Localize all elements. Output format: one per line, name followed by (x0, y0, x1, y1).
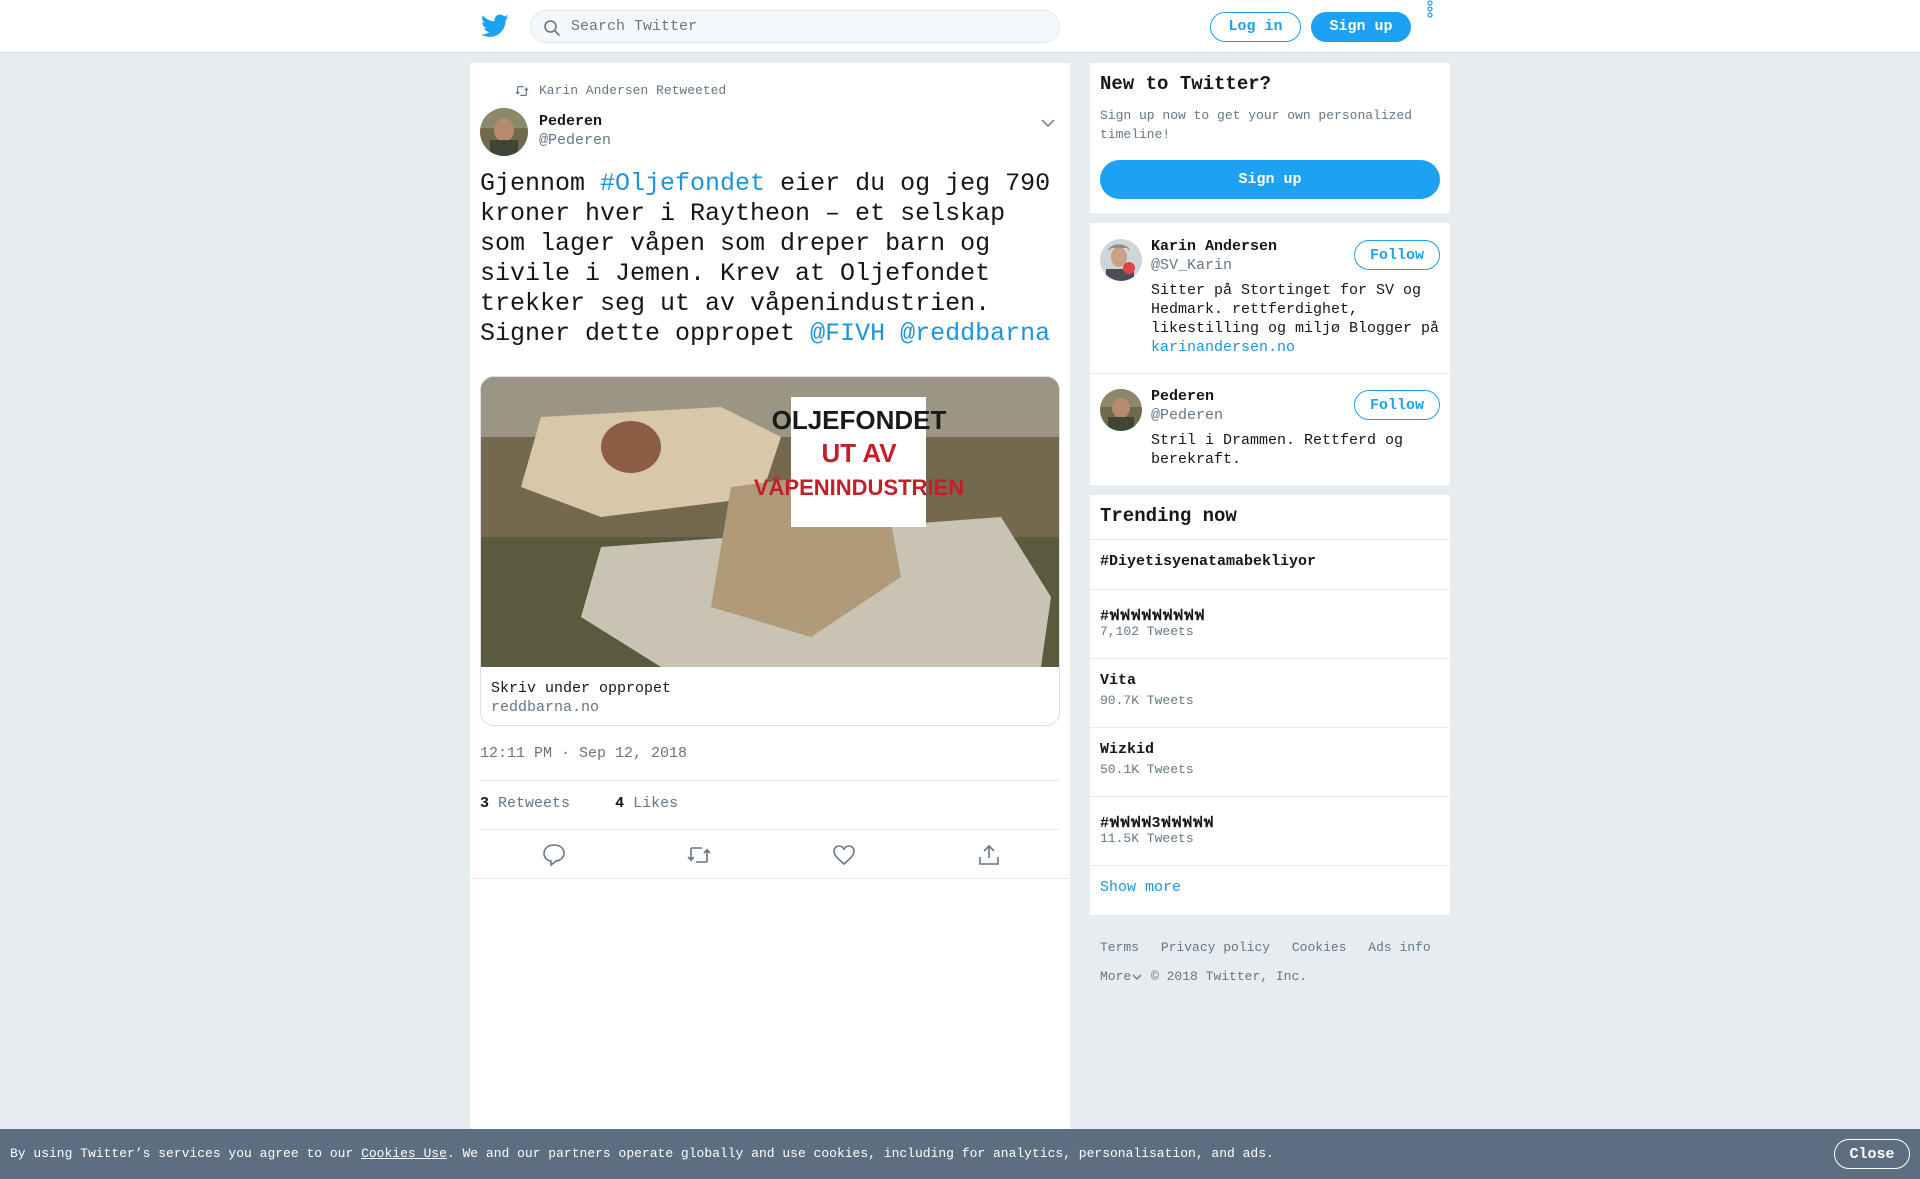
signup-module-button[interactable]: Sign up (1100, 160, 1440, 199)
suggestion-handle[interactable]: @SV_Karin (1151, 257, 1232, 274)
likes-stat[interactable]: 4 Likes (615, 795, 678, 812)
retweet-context-text[interactable]: Karin Andersen Retweeted (539, 83, 726, 98)
follow-suggestion[interactable]: Pederen @Pederen Follow Stril i Drammen.… (1090, 373, 1450, 485)
avatar[interactable] (1100, 239, 1142, 281)
card-image-headline: UT AV (821, 438, 897, 468)
author-handle[interactable]: @Pederen (539, 132, 611, 149)
tweet-timestamp[interactable]: 12:11 PM · Sep 12, 2018 (480, 745, 687, 762)
search-input[interactable] (571, 11, 1041, 42)
trend-item[interactable]: #ฟฟฟฟฟฟฟฟฟ 7,102 Tweets (1090, 589, 1450, 658)
footer-link-ads-info[interactable]: Ads info (1368, 940, 1430, 955)
who-to-follow: Karin Andersen @SV_Karin Follow Sitter p… (1090, 223, 1450, 485)
cookie-consent-bar: By using Twitter’s services you agree to… (0, 1129, 1920, 1179)
card-image-headline: VÅPENINDUSTRIEN (754, 474, 964, 500)
trend-count: 50.1K Tweets (1100, 762, 1194, 777)
retweet-icon (515, 86, 529, 96)
close-cookie-button[interactable]: Close (1834, 1139, 1910, 1169)
search-box[interactable] (530, 10, 1060, 43)
top-nav: Log in Sign up (0, 0, 1920, 53)
tweet-text: Gjennom #Oljefondet eier du og jeg 790 k… (480, 169, 1060, 349)
retweets-stat[interactable]: 3 Retweets (480, 795, 570, 812)
divider (480, 829, 1060, 830)
reply-icon[interactable] (541, 843, 567, 867)
trend-count: 11.5K Tweets (1100, 831, 1194, 846)
bio-link[interactable]: karinandersen.no (1151, 339, 1295, 356)
cookies-use-link[interactable]: Cookies Use (361, 1146, 447, 1161)
card-domain[interactable]: reddbarna.no (491, 699, 599, 716)
trend-count: 7,102 Tweets (1100, 624, 1194, 639)
divider (480, 780, 1060, 781)
footer-links: Terms Privacy policy Cookies Ads info (1100, 940, 1445, 955)
divider (470, 878, 1070, 879)
suggestion-bio: Sitter på Stortinget for SV og Hedmark. … (1151, 282, 1440, 356)
signup-module: New to Twitter? Sign up now to get your … (1090, 63, 1450, 213)
mention-link[interactable]: @reddbarna (900, 319, 1050, 348)
trend-item[interactable]: Vita 90.7K Tweets (1090, 658, 1450, 727)
search-icon (544, 20, 560, 36)
follow-suggestion[interactable]: Karin Andersen @SV_Karin Follow Sitter p… (1090, 223, 1450, 373)
follow-button[interactable]: Follow (1354, 240, 1440, 270)
tweet-detail: Karin Andersen Retweeted Pederen @Pedere… (470, 63, 1070, 1133)
trend-count: 90.7K Tweets (1100, 693, 1194, 708)
suggestion-handle[interactable]: @Pederen (1151, 407, 1223, 424)
signup-module-title: New to Twitter? (1100, 73, 1272, 95)
suggestion-name[interactable]: Karin Andersen (1151, 238, 1277, 255)
footer-link-cookies[interactable]: Cookies (1292, 940, 1347, 955)
hashtag-link[interactable]: #Oljefondet (600, 169, 765, 198)
card-title[interactable]: Skriv under oppropet (491, 680, 671, 697)
footer-link-privacy[interactable]: Privacy policy (1161, 940, 1270, 955)
footer-more-link[interactable]: More (1100, 969, 1131, 984)
mention-link[interactable]: @FIVH (810, 319, 885, 348)
chevron-down-icon[interactable] (1131, 972, 1143, 982)
avatar[interactable] (480, 108, 528, 156)
trend-name[interactable]: Wizkid (1100, 741, 1154, 758)
author-name[interactable]: Pederen (539, 113, 602, 130)
link-card[interactable]: OLJEFONDET UT AV VÅPENINDUSTRIEN Skriv u… (480, 376, 1060, 726)
trend-item[interactable]: #Diyetisyenatamabekliyor (1090, 539, 1450, 589)
retweet-icon[interactable] (686, 843, 712, 867)
share-icon[interactable] (976, 843, 1002, 867)
cookie-notice: By using Twitter’s services you agree to… (10, 1146, 1274, 1161)
trend-name[interactable]: #Diyetisyenatamabekliyor (1100, 553, 1316, 570)
login-button[interactable]: Log in (1210, 12, 1301, 42)
card-image[interactable]: OLJEFONDET UT AV VÅPENINDUSTRIEN (481, 377, 1059, 667)
more-options-icon[interactable] (1425, 0, 1435, 20)
suggestion-bio: Stril i Drammen. Rettferd og berekraft. (1151, 432, 1404, 468)
avatar[interactable] (1100, 389, 1142, 431)
trend-name[interactable]: Vita (1100, 672, 1136, 689)
chevron-down-icon[interactable] (1040, 115, 1056, 131)
trends-module: Trending now #Diyetisyenatamabekliyor #ฟ… (1090, 495, 1450, 915)
tweet-text-part: Gjennom (480, 169, 601, 198)
show-more-link[interactable]: Show more (1100, 879, 1181, 896)
card-image-headline: OLJEFONDET (772, 405, 947, 435)
signup-button[interactable]: Sign up (1311, 12, 1411, 42)
tweet-stats: 3 Retweets 4 Likes (480, 795, 678, 812)
show-more-row: Show more (1090, 865, 1450, 915)
trend-item[interactable]: #ฟฟฟฟ3ฟฟฟฟฟ 11.5K Tweets (1090, 796, 1450, 865)
signup-module-subtitle: Sign up now to get your own personalized… (1100, 108, 1413, 142)
follow-button[interactable]: Follow (1354, 390, 1440, 420)
copyright: © 2018 Twitter, Inc. (1151, 969, 1308, 984)
footer-link-terms[interactable]: Terms (1100, 940, 1139, 955)
footer-secondary: More © 2018 Twitter, Inc. (1100, 969, 1307, 984)
trends-title: Trending now (1100, 505, 1237, 527)
trend-item[interactable]: Wizkid 50.1K Tweets (1090, 727, 1450, 796)
suggestion-name[interactable]: Pederen (1151, 388, 1214, 405)
twitter-bird-icon[interactable] (481, 14, 509, 38)
like-icon[interactable] (831, 843, 857, 867)
